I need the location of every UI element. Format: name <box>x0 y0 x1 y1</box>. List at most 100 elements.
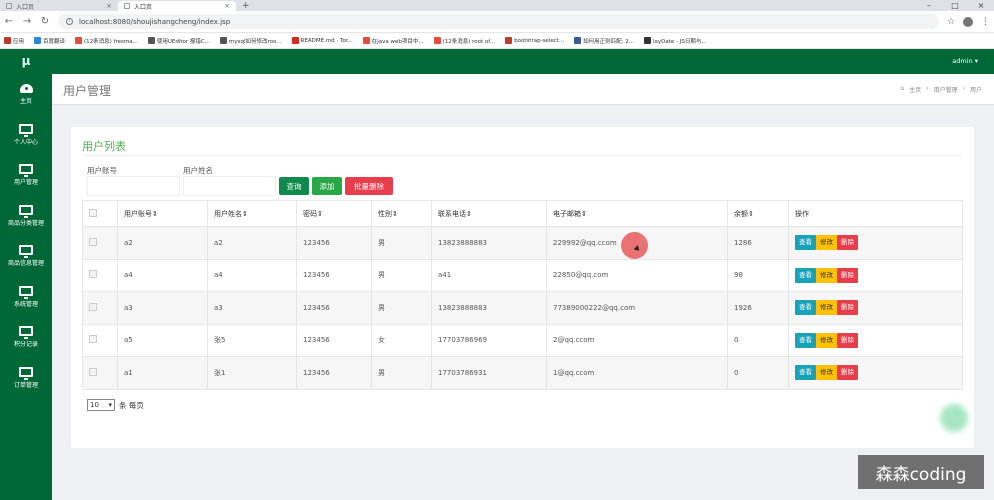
sidebar-item-label: 个人中心 <box>13 138 38 146</box>
delete-button[interactable]: 删除 <box>837 235 858 251</box>
cell-balance: 0 <box>727 356 789 390</box>
breadcrumb-home[interactable]: 主页 <box>909 85 921 94</box>
close-tab-icon[interactable]: × <box>106 2 112 10</box>
row-checkbox[interactable] <box>89 367 97 376</box>
reload-icon[interactable]: ↻ <box>40 16 50 27</box>
close-tab-icon[interactable]: × <box>224 2 230 10</box>
minimize-icon[interactable]: – <box>916 0 942 11</box>
edit-button[interactable]: 修改 <box>816 300 837 316</box>
cell-name: a2 <box>207 226 297 260</box>
cell-phone: 13823888883 <box>431 226 547 260</box>
close-window-icon[interactable]: × <box>968 0 994 11</box>
query-button[interactable]: 查询 <box>279 177 309 195</box>
delete-button[interactable]: 删除 <box>837 332 858 348</box>
sidebar-item-6[interactable]: 积分记录 <box>0 317 52 358</box>
cell-account: a2 <box>117 226 208 260</box>
bookmark-label: layDate - JS日期与... <box>653 38 707 45</box>
bookmark-item[interactable]: 应用 <box>4 37 24 45</box>
bookmark-item[interactable]: 如何用正则匹配: 2... <box>574 37 634 45</box>
view-button[interactable]: 查看 <box>795 365 816 381</box>
column-header-email[interactable]: 电子邮箱⇕ <box>546 200 728 227</box>
cell-balance: 0 <box>727 323 789 357</box>
cell-name: a3 <box>207 291 297 325</box>
account-search-input[interactable] <box>87 176 180 196</box>
browser-tab-1[interactable]: 入口页 × <box>0 1 118 11</box>
column-header-phone[interactable]: 联系电话⇕ <box>431 200 547 227</box>
view-button[interactable]: 查看 <box>795 332 816 348</box>
bookmark-item[interactable]: 使用UEditor 报错C... <box>147 37 210 45</box>
main-content: 用户管理 ⌂ 主页 › 用户管理 › 用户 用户列表 用户账号 用户姓名 查询 … <box>52 74 994 500</box>
delete-button[interactable]: 删除 <box>837 365 858 381</box>
url-field[interactable]: i localhost:8080/shoujishangcheng/index.… <box>58 14 939 29</box>
sidebar-item-5[interactable]: 系统管理 <box>0 277 52 318</box>
edit-button[interactable]: 修改 <box>816 332 837 348</box>
edit-button[interactable]: 修改 <box>816 365 837 381</box>
page-size-select[interactable]: 10 ▾ <box>87 399 115 411</box>
row-checkbox[interactable] <box>89 270 97 279</box>
app-logo[interactable]: μ <box>0 49 52 74</box>
view-button[interactable]: 查看 <box>795 235 816 251</box>
new-tab-button[interactable]: + <box>236 1 256 11</box>
bookmark-favicon-icon <box>574 37 582 44</box>
monitor-icon <box>19 285 33 299</box>
bookmark-item[interactable]: README.md · Tor... <box>291 37 353 44</box>
batch-delete-button[interactable]: 批量删除 <box>345 177 393 195</box>
view-button[interactable]: 查看 <box>795 300 816 316</box>
sidebar-item-4[interactable]: 商品信息管理 <box>0 236 52 277</box>
sidebar-item-1[interactable]: 个人中心 <box>0 115 52 156</box>
delete-button[interactable]: 删除 <box>837 267 858 283</box>
add-button[interactable]: 添加 <box>312 177 342 195</box>
address-bar-actions: ☆ ⋮ <box>947 16 990 27</box>
bookmark-item[interactable]: bootstrap-select... <box>505 37 564 44</box>
edit-button[interactable]: 修改 <box>816 235 837 251</box>
bookmark-star-icon[interactable]: ☆ <box>947 17 955 27</box>
app-header: μ admin ▾ <box>0 49 994 74</box>
bookmark-item[interactable]: 在java web项目中... <box>362 37 424 45</box>
select-cell <box>82 258 118 292</box>
bookmark-label: (12条消息) fresma... <box>84 38 138 45</box>
sidebar-item-0[interactable]: 主页 <box>0 74 52 115</box>
select-cell <box>82 356 118 390</box>
cell-gender: 女 <box>371 323 432 357</box>
column-header-balance[interactable]: 余额⇕ <box>727 200 789 227</box>
row-checkbox[interactable] <box>89 237 97 246</box>
back-arrow-icon[interactable]: ← <box>4 16 14 27</box>
column-header-gender[interactable]: 性别⇕ <box>371 200 432 227</box>
cell-name: 张1 <box>207 356 297 390</box>
row-checkbox[interactable] <box>89 302 97 311</box>
browser-menu-icon[interactable]: ⋮ <box>981 17 990 27</box>
column-header-password[interactable]: 密码⇕ <box>296 200 372 227</box>
forward-arrow-icon[interactable]: → <box>22 16 32 27</box>
name-search-input[interactable] <box>183 176 276 196</box>
maximize-icon[interactable]: □ <box>942 0 968 11</box>
profile-avatar-icon[interactable] <box>963 16 973 27</box>
site-info-icon[interactable]: i <box>66 18 73 25</box>
bookmark-item[interactable]: (12条消息) root of... <box>433 37 495 45</box>
cell-account: a3 <box>117 291 208 325</box>
bookmark-item[interactable]: layDate - JS日期与... <box>644 37 707 45</box>
select-all-checkbox[interactable] <box>89 208 97 217</box>
user-menu[interactable]: admin ▾ <box>952 49 978 74</box>
sidebar-item-2[interactable]: 用户管理 <box>0 155 52 196</box>
bookmark-item[interactable]: mysql如何修改roo... <box>220 37 282 45</box>
bookmark-item[interactable]: 百度翻译 <box>34 37 65 45</box>
sidebar-item-7[interactable]: 订单管理 <box>0 358 52 399</box>
cell-gender: 男 <box>371 356 432 390</box>
cell-password: 123456 <box>296 226 372 260</box>
sidebar-item-3[interactable]: 商品分类管理 <box>0 196 52 237</box>
select-cell <box>82 323 118 357</box>
view-button[interactable]: 查看 <box>795 267 816 283</box>
row-checkbox[interactable] <box>89 335 97 344</box>
browser-tab-2[interactable]: 入口页 × <box>118 1 236 11</box>
sidebar-item-label: 用户管理 <box>13 179 38 187</box>
table-header-row: 用户账号⇕ 用户姓名⇕ 密码⇕ 性别⇕ 联系电话⇕ 电子邮箱⇕ 余额⇕ 操作 <box>82 200 963 227</box>
column-header-actions: 操作 <box>788 200 963 227</box>
column-header-name[interactable]: 用户姓名⇕ <box>207 200 297 227</box>
divider <box>82 155 963 156</box>
delete-button[interactable]: 删除 <box>837 300 858 316</box>
edit-button[interactable]: 修改 <box>816 267 837 283</box>
actions-cell: 查看 修改 删除 <box>788 356 963 390</box>
column-header-account[interactable]: 用户账号⇕ <box>117 200 208 227</box>
breadcrumb-user-management[interactable]: 用户管理 <box>934 85 958 94</box>
bookmark-item[interactable]: (12条消息) fresma... <box>75 37 138 45</box>
